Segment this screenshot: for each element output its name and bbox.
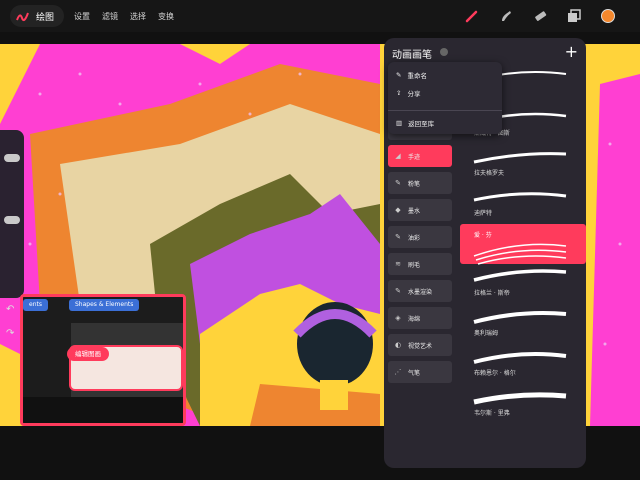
brush-category-icon: ✎ (395, 179, 401, 187)
top-toolbar: 绘图 设置 滤镜 选择 变换 (0, 0, 640, 32)
brush-category-icon: ≋ (395, 260, 401, 268)
menu-selection[interactable]: 选择 (130, 11, 146, 22)
brush-category-icon: ◢ (395, 152, 401, 160)
pip-badge: 编辑图画 (67, 347, 109, 361)
brush-stroke-preview (473, 192, 567, 202)
category-item[interactable]: ◆ 墨水 (388, 199, 452, 221)
library-icon: ▥ (396, 119, 403, 127)
category-item[interactable]: ≋ 刷毛 (388, 253, 452, 275)
video-overlay: ents Shapes & Elements 编辑图画 (20, 294, 186, 426)
pip-tab-left: ents (23, 299, 48, 311)
brush-category-icon: ✎ (395, 287, 401, 295)
brush-item[interactable]: 拉夫格罗夫 (460, 144, 586, 184)
brush-item[interactable]: 韦尔斯 · 里弗 (460, 384, 586, 424)
brush-item-active[interactable]: 爱 · 芬 (460, 224, 586, 265)
brush-stroke-preview (473, 352, 567, 364)
category-item[interactable]: ✎ 粉笔 (388, 172, 452, 194)
left-sidebar (0, 130, 24, 298)
menu-divider (388, 110, 502, 111)
redo-icon[interactable]: ↷ (6, 328, 14, 339)
category-item[interactable]: ◈ 海绵 (388, 307, 452, 329)
smudge-tool-icon[interactable] (496, 6, 516, 26)
gallery-button[interactable]: 绘图 (10, 5, 65, 27)
menu-item-share[interactable]: ⇪ 分享 (396, 88, 420, 98)
add-brush-button[interactable]: + (565, 42, 578, 61)
rename-icon: ✎ (396, 71, 402, 79)
brush-category-icon: ◈ (395, 314, 401, 322)
category-item[interactable]: ⋰ 气笔 (388, 361, 452, 383)
undo-icon[interactable]: ↶ (6, 304, 14, 315)
brush-item[interactable]: 布赖恩尔 · 格尔 (460, 344, 586, 384)
gallery-label: 绘图 (36, 12, 55, 23)
category-item[interactable]: ◐ 视觉艺术 (388, 334, 452, 356)
color-picker-button[interactable] (601, 9, 615, 23)
category-item[interactable]: ✎ 油彩 (388, 226, 452, 248)
panel-title: 动画画笔 (392, 50, 432, 61)
brush-stroke-preview (473, 269, 567, 282)
pip-tab-right: Shapes & Elements (69, 299, 140, 311)
menu-item-return-library[interactable]: ▥ 返回至库 (396, 118, 434, 128)
brush-size-slider[interactable] (4, 154, 20, 162)
category-item-active[interactable]: ◢ 手迹 (388, 145, 452, 167)
panel-options-dot[interactable] (440, 48, 448, 56)
brush-stroke-preview (473, 392, 567, 405)
layers-icon[interactable] (564, 6, 584, 26)
menu-adjustments[interactable]: 滤镜 (102, 11, 118, 22)
context-menu: ✎ 重命名 ⇪ 分享 ▥ 返回至库 (388, 62, 502, 134)
brush-tool-icon[interactable] (462, 6, 482, 26)
brush-item[interactable]: 拉格兰 · 斯帝 (460, 264, 586, 304)
brush-category-icon: ◆ (395, 206, 401, 214)
brush-category-icon: ⋰ (394, 368, 402, 376)
category-item[interactable]: ✎ 水墨渲染 (388, 280, 452, 302)
brush-item[interactable]: 迪萨特 (460, 184, 586, 224)
share-icon: ⇪ (396, 89, 402, 97)
brush-item[interactable]: 奥利瑞姆 (460, 304, 586, 344)
brush-stroke-preview (473, 152, 567, 164)
menu-item-rename[interactable]: ✎ 重命名 (396, 70, 427, 80)
brush-category-icon: ✎ (395, 233, 401, 241)
brush-category-icon: ◐ (394, 341, 402, 349)
brush-stroke-preview (473, 243, 567, 265)
menu-transform[interactable]: 变换 (158, 11, 174, 22)
eraser-tool-icon[interactable] (530, 6, 550, 26)
procreate-logo-icon (16, 12, 29, 22)
menu-settings[interactable]: 设置 (74, 11, 90, 22)
brush-stroke-preview (473, 311, 567, 324)
opacity-slider[interactable] (4, 216, 20, 224)
